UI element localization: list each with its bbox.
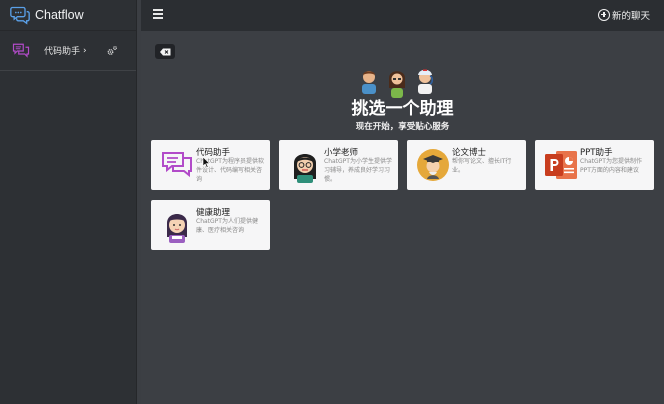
mouse-cursor-icon bbox=[203, 157, 211, 168]
sidebar: Chatflow 代码助手 › bbox=[0, 0, 137, 404]
assistant-description: 帮你写论文、擅长IT行业。 bbox=[452, 158, 512, 174]
new-chat-label: 新的聊天 bbox=[611, 11, 650, 22]
app-title: Chatflow bbox=[35, 8, 84, 22]
sidebar-item-code-assistant[interactable]: 代码助手 › bbox=[0, 31, 136, 71]
chatflow-logo-icon bbox=[10, 6, 30, 25]
nurse-avatar-icon bbox=[167, 214, 187, 243]
plus-circle-icon bbox=[597, 9, 610, 21]
assistant-description: ChatGPT为您提供制作PPT方面的内容和建议 bbox=[580, 158, 642, 174]
chevron-right-icon: › bbox=[83, 45, 87, 56]
page-subtitle: 现在开始，享受贴心服务 bbox=[355, 122, 450, 132]
gears-icon[interactable] bbox=[106, 45, 118, 57]
powerpoint-icon bbox=[545, 151, 577, 179]
assistant-card-teacher[interactable]: 小学老师 ChatGPT为小学生提供学习辅导，养成良好学习习惯。 bbox=[279, 140, 398, 190]
assistant-card-ppt[interactable]: PPT助手 ChatGPT为您提供制作PPT方面的内容和建议 bbox=[535, 140, 654, 190]
page-title: 挑选一个助理 bbox=[351, 99, 454, 119]
sidebar-item-label: 代码助手 bbox=[44, 47, 81, 57]
backspace-icon bbox=[159, 48, 170, 55]
backspace-button[interactable] bbox=[155, 44, 175, 59]
brand: Chatflow bbox=[0, 0, 136, 31]
graduate-avatar-icon bbox=[417, 149, 449, 181]
doctor-avatar-icon bbox=[418, 69, 434, 94]
boy-avatar-icon bbox=[362, 71, 376, 94]
assistant-description: ChatGPT为人们提供健康、医疗相关咨询 bbox=[196, 218, 258, 234]
assistant-card-health[interactable]: 健康助理 ChatGPT为人们提供健康、医疗相关咨询 bbox=[151, 200, 270, 250]
teacher-avatar-icon bbox=[294, 154, 316, 183]
hamburger-menu-icon[interactable] bbox=[153, 9, 163, 21]
chat-bubbles-icon bbox=[162, 152, 192, 178]
new-chat-button[interactable]: 新的聊天 bbox=[597, 8, 650, 22]
main-panel: 挑选一个助理 现在开始，享受贴心服务 代码助手 ChatGPT为程序员提供软件设… bbox=[141, 31, 664, 404]
assistant-card-phd[interactable]: 论文博士 帮你写论文、擅长IT行业。 bbox=[407, 140, 526, 190]
assistant-description: ChatGPT为小学生提供学习辅导，养成良好学习习惯。 bbox=[324, 158, 392, 183]
chat-bubbles-icon bbox=[12, 43, 30, 58]
top-bar: 新的聊天 bbox=[141, 0, 664, 31]
